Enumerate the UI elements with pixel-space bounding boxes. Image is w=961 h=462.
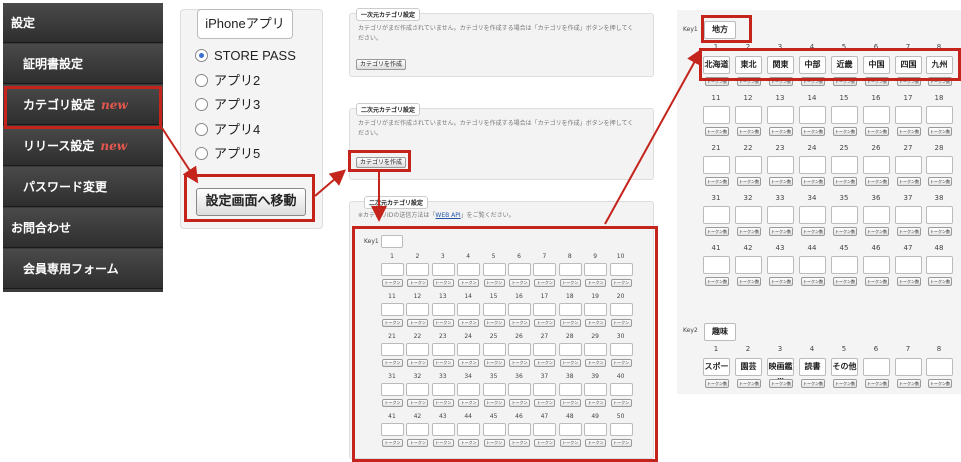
flow-arrows: [161, 48, 702, 225]
arrow-menu-to-button: [161, 127, 199, 184]
arrow-button-to-create: [314, 169, 347, 197]
arrow-grid-to-keys: [604, 48, 702, 225]
